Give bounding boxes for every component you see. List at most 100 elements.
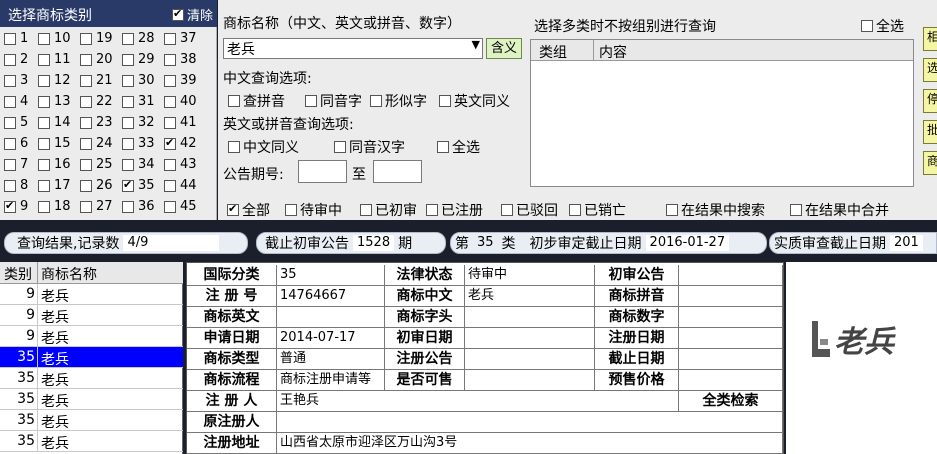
filter-2[interactable]: 已初审 [360,200,417,220]
filter-7[interactable]: 在结果中合并 [790,200,889,220]
category-23-checkbox[interactable]: 23 [80,114,113,131]
table-row[interactable]: 9 老兵 [0,284,183,305]
category-42-checkbox[interactable]: 42 [164,135,197,152]
checkbox-icon[interactable] [360,204,372,216]
category-40-checkbox[interactable]: 40 [164,93,197,110]
category-15-checkbox[interactable]: 15 [38,135,71,152]
category-3-checkbox[interactable]: 3 [4,72,28,89]
checkbox-icon[interactable] [38,137,50,150]
category-43-checkbox[interactable]: 43 [164,156,197,173]
checkbox-icon[interactable] [80,179,92,192]
side-button-1[interactable]: 选 [923,58,937,82]
category-25-checkbox[interactable]: 25 [80,156,113,173]
cn-option-3[interactable]: 英文同义 [439,91,510,111]
checkbox-icon[interactable] [38,200,50,213]
category-24-checkbox[interactable]: 24 [80,135,113,152]
all-class-search-button[interactable]: 全类检索 [679,391,783,412]
checkbox-icon[interactable] [38,32,50,45]
trademark-name-input[interactable]: 老兵 ▼ [223,38,483,59]
category-10-checkbox[interactable]: 10 [38,30,71,47]
filter-1[interactable]: 待审中 [285,200,342,220]
cn-option-1[interactable]: 同音字 [305,91,362,111]
checkbox-icon[interactable] [164,116,176,129]
checkbox-icon[interactable] [80,137,92,150]
checkbox-icon[interactable] [569,204,581,216]
filter-6[interactable]: 在结果中搜索 [666,200,765,220]
checkbox-icon[interactable] [666,204,678,216]
checkbox-icon[interactable] [227,202,239,216]
checkbox-icon[interactable] [80,32,92,45]
filter-3[interactable]: 已注册 [426,200,483,220]
checkbox-icon[interactable] [38,179,50,192]
category-16-checkbox[interactable]: 16 [38,156,71,173]
checkbox-icon[interactable] [228,141,240,153]
checkbox-icon[interactable] [38,74,50,87]
category-9-checkbox[interactable]: 9 [4,198,28,215]
category-33-checkbox[interactable]: 33 [122,135,155,152]
category-18-checkbox[interactable]: 18 [38,198,71,215]
table-row[interactable]: 35 老兵 [0,410,183,431]
multi-select-all[interactable]: 全选 [861,16,904,36]
table-row[interactable]: 35 老兵 [0,389,183,410]
checkbox-icon[interactable] [122,178,134,192]
table-row[interactable]: 35 老兵 [0,347,183,368]
multi-class-grid[interactable]: 类组 内容 [530,39,914,187]
category-22-checkbox[interactable]: 22 [80,93,113,110]
en-option-2[interactable]: 全选 [437,137,480,157]
filter-4[interactable]: 已驳回 [501,200,558,220]
checkbox-icon[interactable] [164,53,176,66]
cn-option-2[interactable]: 形似字 [370,91,427,111]
category-39-checkbox[interactable]: 39 [164,72,197,89]
category-32-checkbox[interactable]: 32 [122,114,155,131]
checkbox-icon[interactable] [164,32,176,45]
category-11-checkbox[interactable]: 11 [38,51,71,68]
category-6-checkbox[interactable]: 6 [4,135,28,152]
checkbox-icon[interactable] [38,95,50,108]
category-27-checkbox[interactable]: 27 [80,198,113,215]
category-26-checkbox[interactable]: 26 [80,177,113,194]
checkbox-icon[interactable] [122,95,134,108]
checkbox-icon[interactable] [4,137,16,150]
checkbox-icon[interactable] [164,136,176,150]
category-37-checkbox[interactable]: 37 [164,30,197,47]
checkbox-icon[interactable] [38,116,50,129]
category-7-checkbox[interactable]: 7 [4,156,28,173]
category-5-checkbox[interactable]: 5 [4,114,28,131]
table-row[interactable]: 35 老兵 [0,431,183,452]
result-list[interactable]: 类别 商标名称 9 老兵 9 老兵 9 老兵 35 老兵 35 老兵 35 老兵 35 老兵 35 老兵 [0,262,183,454]
category-13-checkbox[interactable]: 13 [38,93,71,110]
category-17-checkbox[interactable]: 17 [38,177,71,194]
checkbox-icon[interactable] [80,158,92,171]
checkbox-icon[interactable] [334,141,346,153]
table-row[interactable]: 9 老兵 [0,326,183,347]
category-35-checkbox[interactable]: 35 [122,177,155,194]
checkbox-icon[interactable] [501,204,513,216]
table-row[interactable]: 35 老兵 [0,368,183,389]
checkbox-icon[interactable] [80,95,92,108]
checkbox-icon[interactable] [4,53,16,66]
checkbox-icon[interactable] [122,200,134,213]
select-all-checkbox[interactable] [861,20,873,32]
table-row[interactable]: 9 老兵 [0,305,183,326]
checkbox-icon[interactable] [80,74,92,87]
checkbox-icon[interactable] [437,141,449,153]
announce-from-input[interactable] [298,160,347,183]
checkbox-icon[interactable] [426,204,438,216]
chevron-down-icon[interactable]: ▼ [472,38,480,51]
checkbox-icon[interactable] [80,53,92,66]
checkbox-icon[interactable] [38,158,50,171]
category-14-checkbox[interactable]: 14 [38,114,71,131]
category-41-checkbox[interactable]: 41 [164,114,197,131]
en-option-1[interactable]: 同音汉字 [334,137,405,157]
announce-to-input[interactable] [373,160,422,183]
side-button-4[interactable]: 商 [923,151,937,175]
category-31-checkbox[interactable]: 31 [122,93,155,110]
clear-checkbox[interactable]: 清除 [171,5,213,24]
category-44-checkbox[interactable]: 44 [164,177,197,194]
category-29-checkbox[interactable]: 29 [122,51,155,68]
category-1-checkbox[interactable]: 1 [4,30,28,47]
checkbox-icon[interactable] [4,74,16,87]
checkbox-icon[interactable] [122,158,134,171]
en-option-0[interactable]: 中文同义 [228,137,299,157]
checkbox-icon[interactable] [164,200,176,213]
